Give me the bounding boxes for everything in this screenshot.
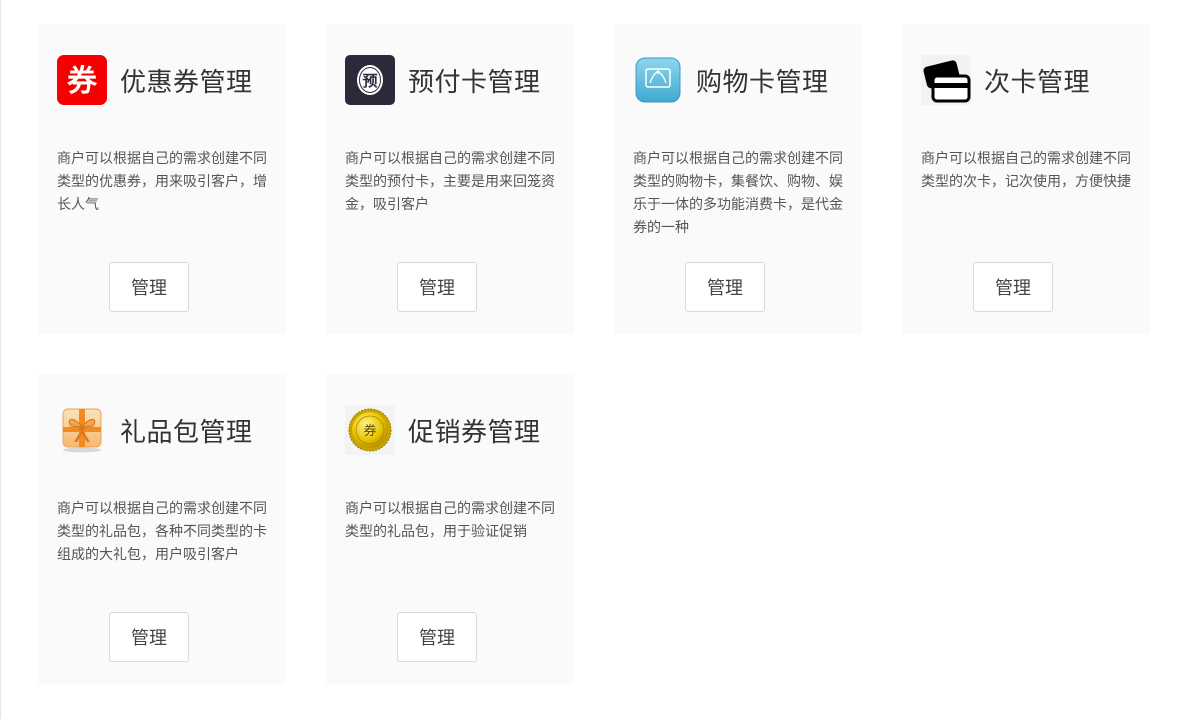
card-shopping: 购物卡管理 商户可以根据自己的需求创建不同类型的购物卡，集餐饮、购物、娱乐于一体… [614, 24, 862, 334]
card-coupon: 券 优惠券管理 商户可以根据自己的需求创建不同类型的优惠券，用来吸引客户，增长人… [38, 24, 286, 334]
prepaid-card-icon: 预 [345, 55, 395, 105]
card-title: 购物卡管理 [696, 67, 829, 98]
coupon-icon-glyph: 券 [67, 64, 98, 99]
promo-coupon-icon: 券 [345, 405, 395, 455]
shopping-card-icon [635, 57, 681, 103]
card-title: 促销券管理 [408, 417, 541, 448]
manage-button[interactable]: 管理 [397, 262, 477, 312]
card-description: 商户可以根据自己的需求创建不同类型的优惠券，用来吸引客户，增长人气 [57, 151, 267, 213]
card-header: 券 优惠券管理 [57, 55, 253, 105]
card-header: 预 预付卡管理 [345, 55, 541, 105]
coupon-icon: 券 [57, 55, 107, 105]
promo-icon-glyph: 券 [363, 423, 376, 439]
card-description: 商户可以根据自己的需求创建不同类型的礼品包，各种不同类型的卡组成的大礼包，用户吸… [57, 501, 267, 563]
manage-button[interactable]: 管理 [109, 612, 189, 662]
card-header: 券 促销券管理 [345, 405, 541, 455]
card-header: 次卡管理 [921, 55, 1090, 105]
card-title: 优惠券管理 [120, 67, 253, 98]
card-title: 预付卡管理 [408, 67, 541, 98]
gift-package-icon [62, 408, 102, 453]
card-description: 商户可以根据自己的需求创建不同类型的购物卡，集餐饮、购物、娱乐于一体的多功能消费… [633, 151, 843, 236]
card-title: 礼品包管理 [120, 417, 253, 448]
card-description: 商户可以根据自己的需求创建不同类型的预付卡，主要是用来回笼资金，吸引客户 [345, 151, 555, 213]
manage-button[interactable]: 管理 [685, 262, 765, 312]
manage-button[interactable]: 管理 [397, 612, 477, 662]
card-prepaid: 预 预付卡管理 商户可以根据自己的需求创建不同类型的预付卡，主要是用来回笼资金，… [326, 24, 574, 334]
card-count: 次卡管理 商户可以根据自己的需求创建不同类型的次卡，记次使用，方便快捷 管理 [902, 24, 1150, 334]
card-header: 购物卡管理 [633, 55, 829, 105]
manage-button[interactable]: 管理 [109, 262, 189, 312]
count-card-icon [921, 55, 971, 105]
card-title: 次卡管理 [984, 67, 1091, 98]
card-description: 商户可以根据自己的需求创建不同类型的次卡，记次使用，方便快捷 [921, 151, 1131, 190]
card-promo-coupon: 券 促销券管理 商户可以根据自己的需求创建不同类型的礼品包，用于验证促销 管理 [326, 374, 574, 684]
card-gift-package: 礼品包管理 商户可以根据自己的需求创建不同类型的礼品包，各种不同类型的卡组成的大… [38, 374, 286, 684]
card-management-page: 券 优惠券管理 商户可以根据自己的需求创建不同类型的优惠券，用来吸引客户，增长人… [0, 0, 1195, 719]
card-description: 商户可以根据自己的需求创建不同类型的礼品包，用于验证促销 [345, 501, 555, 540]
card-header: 礼品包管理 [57, 405, 253, 455]
manage-button[interactable]: 管理 [973, 262, 1053, 312]
prepaid-icon-glyph: 预 [362, 72, 377, 90]
